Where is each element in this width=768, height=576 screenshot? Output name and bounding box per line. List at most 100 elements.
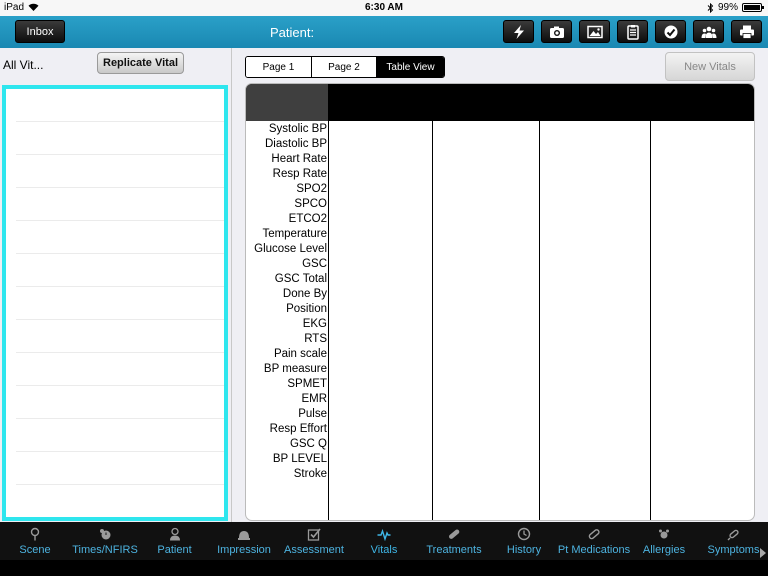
list-item[interactable] (16, 221, 224, 254)
table-row-labels: Systolic BP Diastolic BP Heart Rate Resp Ra… (246, 122, 328, 482)
segment-page-2[interactable]: Page 2 (312, 57, 377, 77)
vitals-list[interactable] (2, 85, 228, 521)
table-row-label: Resp Rate (272, 168, 327, 180)
printer-icon (739, 25, 754, 39)
table-row-label: GSC Q (289, 438, 327, 450)
crew-button[interactable] (693, 20, 724, 43)
tab-vitals[interactable]: Vitals (349, 522, 419, 560)
all-vitals-label: All Vit... (3, 58, 44, 72)
inbox-button[interactable]: Inbox (15, 20, 65, 43)
bluetooth-icon (707, 2, 714, 13)
quick-action-button[interactable] (503, 20, 534, 43)
status-bar: iPad 6:30 AM 99% (0, 0, 768, 16)
tab-patient[interactable]: Patient (140, 522, 209, 560)
check-icon (664, 25, 677, 38)
tab-allergies[interactable]: Allergies (629, 522, 699, 560)
gallery-icon (586, 25, 603, 38)
tab-times-nfirs[interactable]: Times/NFIRS (70, 522, 140, 560)
clipboard-button[interactable] (617, 20, 648, 43)
table-column-divider (650, 121, 651, 520)
pin-icon (30, 527, 40, 541)
allergen-icon (659, 529, 669, 539)
table-row-label: Temperature (262, 228, 327, 240)
tab-label: Patient (157, 544, 192, 556)
table-column-divider (328, 121, 329, 520)
tab-label: Vitals (370, 544, 398, 556)
table-column-divider (432, 121, 433, 520)
table-row-label: ETCO2 (288, 213, 327, 225)
table-row-label: Position (286, 303, 327, 315)
table-row-label: GSC (302, 258, 327, 270)
table-header (246, 84, 754, 121)
table-row-label: EKG (302, 318, 327, 330)
checkbox-icon (307, 528, 321, 541)
table-row-label: BP LEVEL (272, 453, 327, 465)
table-row-label: SPO2 (296, 183, 327, 195)
list-item[interactable] (16, 320, 224, 353)
nav-title: Patient: (270, 25, 315, 40)
table-row-label: Stroke (293, 468, 327, 480)
list-item[interactable] (16, 188, 224, 221)
tab-impression[interactable]: Impression (209, 522, 279, 560)
status-time: 6:30 AM (365, 2, 403, 13)
vitals-list-header: All Vit... Replicate Vital (0, 48, 231, 82)
gallery-button[interactable] (579, 20, 610, 43)
list-item[interactable] (16, 254, 224, 287)
list-item[interactable] (16, 353, 224, 386)
person-icon (169, 527, 180, 541)
tab-assessment[interactable]: Assessment (279, 522, 349, 560)
page-segmented-control: Page 1 Page 2 Table View (245, 56, 445, 78)
tab-label: Symptoms (707, 544, 760, 556)
list-item[interactable] (16, 419, 224, 452)
tab-scene[interactable]: Scene (0, 522, 70, 560)
replicate-vital-button[interactable]: Replicate Vital (97, 52, 184, 74)
list-item[interactable] (16, 386, 224, 419)
table-row-label: Heart Rate (271, 153, 327, 165)
hat-icon (238, 531, 250, 540)
table-header-corner (246, 84, 328, 121)
tab-treatments[interactable]: Treatments (419, 522, 489, 560)
print-button[interactable] (731, 20, 762, 43)
camera-icon (549, 26, 564, 38)
tab-label: Pt Medications (557, 544, 631, 556)
table-row-label: Done By (282, 288, 327, 300)
new-vitals-button[interactable]: New Vitals (665, 52, 755, 81)
clipboard-icon (626, 24, 639, 40)
table-row-label: BP measure (263, 363, 327, 375)
table-row-label: GSC Total (274, 273, 327, 285)
vitals-table-panel: Page 1 Page 2 Table View New Vitals Systol… (232, 48, 768, 522)
vitals-list-panel: All Vit... Replicate Vital (0, 48, 232, 522)
table-column-divider (539, 121, 540, 520)
list-item[interactable] (16, 452, 224, 485)
tab-pt-medications[interactable]: Pt Medications (557, 522, 631, 560)
bottom-tab-bar: Scene Times/NFIRS Patient Impression Assessm… (0, 522, 768, 560)
status-right: 99% (707, 2, 764, 13)
table-row-label: EMR (301, 393, 327, 405)
table-row-label: Systolic BP (268, 123, 327, 135)
tab-label: Assessment (284, 544, 344, 556)
segment-table-view[interactable]: Table View (377, 57, 444, 77)
table-row-label: Glucose Level (254, 243, 327, 255)
lightning-icon (513, 24, 524, 39)
list-item[interactable] (16, 89, 224, 122)
table-row-label: SPCO (294, 198, 327, 210)
list-item[interactable] (16, 155, 224, 188)
tab-label: History (506, 544, 542, 556)
tab-label: Treatments (426, 544, 482, 556)
bandage-icon (449, 529, 460, 539)
syringe-icon (727, 529, 739, 541)
pulse-icon (377, 528, 391, 541)
tab-label: Times/NFIRS (72, 544, 138, 556)
segment-page-1[interactable]: Page 1 (246, 57, 312, 77)
tab-history[interactable]: History (489, 522, 559, 560)
list-item[interactable] (16, 122, 224, 155)
list-item[interactable] (16, 287, 224, 320)
bottom-strip (0, 560, 768, 576)
camera-button[interactable] (541, 20, 572, 43)
table-row-label: RTS (304, 333, 327, 345)
table-row-label: Pulse (298, 408, 327, 420)
nav-actions (503, 20, 762, 43)
list-item[interactable] (16, 485, 224, 517)
clock-icon (517, 527, 531, 541)
complete-button[interactable] (655, 20, 686, 43)
